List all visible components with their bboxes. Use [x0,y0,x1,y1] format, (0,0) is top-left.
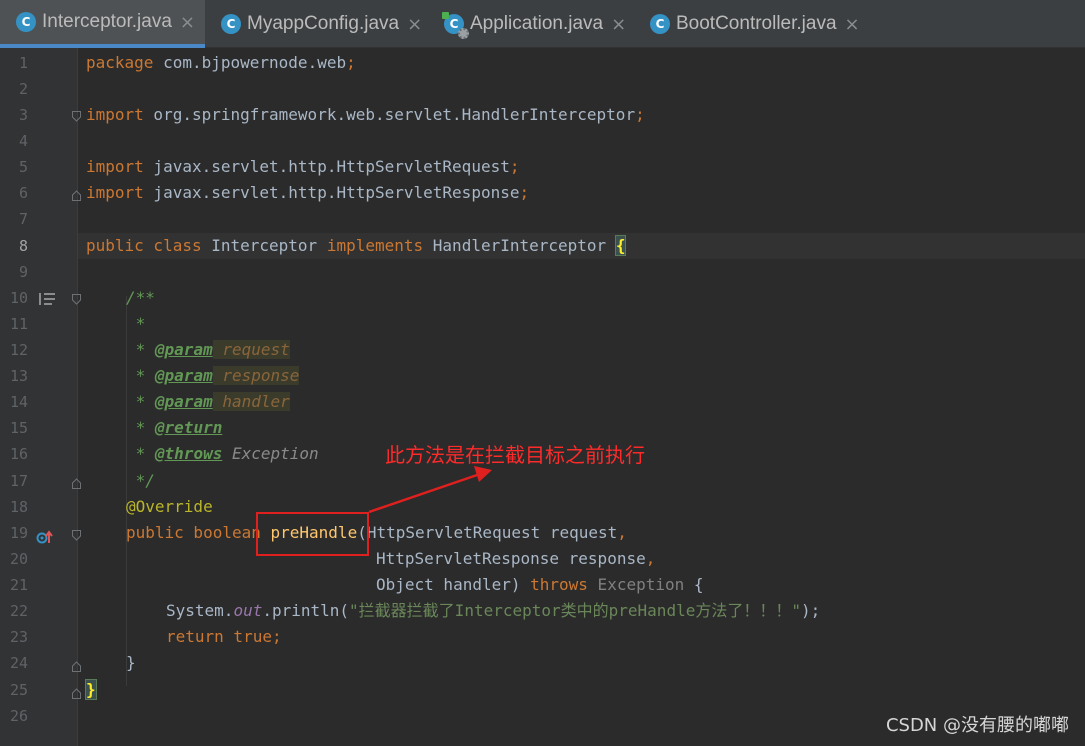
watermark: CSDN @没有腰的嘟嘟 [885,715,1069,736]
annotation-note: 此方法是在拦截目标之前执行 [385,443,645,467]
annotation-arrow-icon [368,466,492,514]
